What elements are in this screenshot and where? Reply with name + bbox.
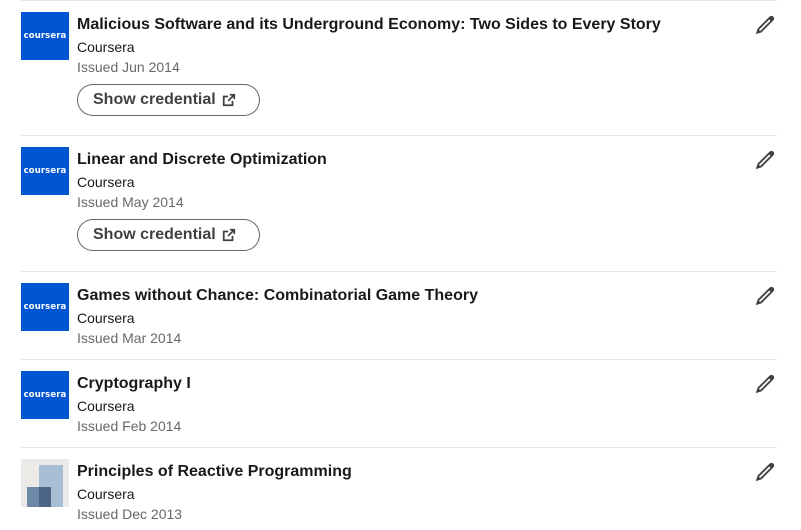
certification-issuer: Coursera bbox=[77, 310, 135, 326]
show-credential-button[interactable]: Show credential bbox=[77, 84, 260, 116]
coursera-logo[interactable]: coursera bbox=[21, 371, 69, 419]
certification-issuer: Coursera bbox=[77, 39, 135, 55]
certification-issued-date: Issued May 2014 bbox=[77, 194, 184, 210]
edit-pencil-icon[interactable] bbox=[753, 13, 777, 37]
item-divider bbox=[21, 271, 777, 272]
certification-issuer: Coursera bbox=[77, 398, 135, 414]
logo-text: coursera bbox=[23, 31, 67, 41]
edit-pencil-icon[interactable] bbox=[753, 372, 777, 396]
edit-pencil-icon[interactable] bbox=[753, 284, 777, 308]
certification-issuer: Coursera bbox=[77, 174, 135, 190]
item-divider bbox=[21, 135, 777, 136]
logo-text: coursera bbox=[23, 390, 67, 400]
external-link-icon bbox=[222, 93, 236, 107]
logo-text: coursera bbox=[23, 166, 67, 176]
certification-title[interactable]: Principles of Reactive Programming bbox=[77, 462, 352, 482]
show-credential-label: Show credential bbox=[93, 226, 216, 243]
top-divider bbox=[21, 0, 777, 1]
certification-issued-date: Issued Feb 2014 bbox=[77, 418, 182, 434]
coursera-logo[interactable]: coursera bbox=[21, 147, 69, 195]
edit-pencil-icon[interactable] bbox=[753, 148, 777, 172]
edit-pencil-icon[interactable] bbox=[753, 460, 777, 484]
show-credential-button[interactable]: Show credential bbox=[77, 219, 260, 251]
coursera-logo[interactable]: coursera bbox=[21, 12, 69, 60]
certification-issuer: Coursera bbox=[77, 486, 135, 502]
certification-issued-date: Issued Mar 2014 bbox=[77, 330, 182, 346]
item-divider bbox=[21, 447, 777, 448]
reactive-programming-logo[interactable] bbox=[21, 459, 69, 507]
logo-block bbox=[39, 487, 51, 507]
certification-issued-date: Issued Jun 2014 bbox=[77, 59, 180, 75]
certification-title[interactable]: Games without Chance: Combinatorial Game… bbox=[77, 286, 478, 306]
certification-title[interactable]: Cryptography I bbox=[77, 374, 191, 394]
certification-title[interactable]: Malicious Software and its Underground E… bbox=[77, 15, 661, 35]
certification-title[interactable]: Linear and Discrete Optimization bbox=[77, 150, 327, 170]
logo-text: coursera bbox=[23, 302, 67, 312]
external-link-icon bbox=[222, 228, 236, 242]
coursera-logo[interactable]: coursera bbox=[21, 283, 69, 331]
certification-issued-date: Issued Dec 2013 bbox=[77, 506, 183, 522]
show-credential-label: Show credential bbox=[93, 91, 216, 108]
item-divider bbox=[21, 359, 777, 360]
